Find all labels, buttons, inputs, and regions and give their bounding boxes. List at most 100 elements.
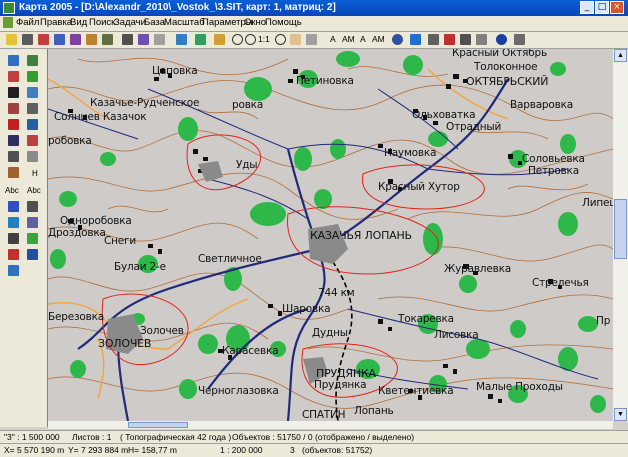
fill-icon[interactable] (27, 71, 38, 82)
map-label-odnorobovka: Одноробовка (60, 215, 132, 227)
copy-icon[interactable] (154, 34, 165, 45)
horizontal-scrollbar[interactable] (48, 421, 613, 429)
abc-tool-1[interactable]: Abc (5, 186, 19, 195)
arrow-tool-icon[interactable] (8, 265, 19, 276)
abc-tool-2[interactable]: Abc (27, 186, 41, 195)
map-label-chernoglazovka: Черноглазовка (198, 385, 279, 397)
split-icon[interactable] (8, 135, 19, 146)
save-icon[interactable] (22, 34, 33, 45)
menu-edit[interactable]: Правка (40, 17, 72, 28)
menu-window[interactable]: Окно (244, 17, 266, 28)
menu-tasks[interactable]: Задачи (114, 17, 146, 28)
zoom-window-icon[interactable] (275, 34, 286, 45)
menu-base[interactable]: База (144, 17, 165, 28)
delete-icon[interactable] (8, 119, 19, 130)
pan-icon[interactable] (290, 34, 301, 45)
status-scale: "3" : 1 500 000 (4, 432, 60, 442)
horizontal-scroll-thumb[interactable] (128, 422, 188, 428)
print-icon[interactable] (428, 34, 439, 45)
map-label-dudny: Дудны (312, 327, 348, 339)
text-tool-am[interactable]: AM (342, 34, 355, 44)
text-tool-a2[interactable]: A (360, 34, 366, 44)
zoom-in-icon[interactable] (232, 34, 243, 45)
rotate-icon[interactable] (102, 34, 113, 45)
doc-icon[interactable] (3, 17, 13, 28)
map-label-lisovka: Лисовка (434, 329, 479, 341)
join-icon[interactable] (27, 135, 38, 146)
map-label-kazache-rudchenskoe: Казачье-Рудченское (90, 97, 200, 109)
frame-select-icon[interactable] (27, 201, 38, 212)
edit-icon[interactable] (70, 34, 81, 45)
draw-area-icon[interactable] (27, 55, 38, 66)
map-label-rovka: ровка (232, 99, 264, 111)
draw-curve-icon[interactable] (8, 71, 19, 82)
select-icon[interactable] (54, 34, 65, 45)
scroll-down-button[interactable]: ▼ (614, 408, 627, 421)
monitor-icon[interactable] (410, 34, 421, 45)
ruler-icon[interactable] (27, 151, 38, 162)
map-label-krasny-khutor: Красный Хутор (378, 181, 460, 193)
menu-view[interactable]: Вид (70, 17, 87, 28)
vertical-scroll-thumb[interactable] (614, 199, 627, 259)
draw-line-icon[interactable] (8, 55, 19, 66)
measure-icon[interactable] (8, 151, 19, 162)
map-label-svetlichnoe: Светличное (198, 253, 262, 265)
status-bar-2: X= 5 570 190 m Y= 7 293 884 m H= 158,77 … (0, 443, 628, 457)
grid-icon[interactable] (460, 34, 471, 45)
map-label-zhuravlevka: Журавлевка (444, 263, 511, 275)
symbol-icon[interactable] (8, 201, 19, 212)
main-toolbar: 1:1 A AM A AM (0, 32, 628, 49)
blue-tool-icon[interactable] (27, 249, 38, 260)
scissors-icon[interactable] (27, 103, 38, 114)
grid-select-icon[interactable] (8, 233, 19, 244)
layers-icon[interactable] (176, 34, 187, 45)
zoom-out-icon[interactable] (245, 34, 256, 45)
open-icon[interactable] (6, 34, 17, 45)
move-icon[interactable] (86, 34, 97, 45)
settings-icon[interactable] (476, 34, 487, 45)
green-tool-icon[interactable] (27, 233, 38, 244)
refresh-icon[interactable] (306, 34, 317, 45)
scroll-up-button[interactable]: ▲ (614, 49, 627, 62)
copy-obj-icon[interactable] (8, 217, 19, 228)
vertical-scrollbar[interactable]: ▲ ▼ (613, 49, 628, 421)
map-canvas[interactable]: Цаповка Петиновка Красный Октябрь Толоко… (48, 49, 613, 421)
minimize-button[interactable]: _ (580, 1, 594, 14)
maximize-button[interactable]: □ (595, 1, 609, 14)
info-icon[interactable] (496, 34, 507, 45)
menu-scale[interactable]: Масштаб (164, 17, 205, 28)
box-icon[interactable] (27, 87, 38, 98)
status-layer: 3 (290, 445, 295, 455)
map-label-bereozovka: Березовка (48, 311, 104, 323)
vertex-icon[interactable] (8, 103, 19, 114)
flag-icon[interactable] (444, 34, 455, 45)
info-globe-icon[interactable] (392, 34, 403, 45)
compass-icon[interactable] (214, 34, 225, 45)
text-tool-am2[interactable]: AM (372, 34, 385, 44)
globe-icon[interactable] (195, 34, 206, 45)
menu-file[interactable]: Файл (16, 17, 39, 28)
map-label-zolochev-caps: ЗОЛОЧЕВ (98, 337, 152, 350)
menu-help[interactable]: Помощь (265, 17, 302, 28)
frame-icon[interactable] (122, 34, 133, 45)
node-icon[interactable] (27, 119, 38, 130)
group-icon[interactable] (27, 217, 38, 228)
question-icon[interactable] (514, 34, 525, 45)
red-tool-icon[interactable] (8, 249, 19, 260)
close-button[interactable]: × (610, 1, 624, 14)
map-label-bulai: Булаи 2-е (114, 261, 166, 273)
zoom-actual-button[interactable]: 1:1 (258, 34, 270, 44)
brush-icon[interactable] (8, 167, 19, 178)
map-label-drozdy: Дроздовка (48, 227, 106, 239)
cut-icon[interactable] (138, 34, 149, 45)
map-label-pr: Пр (596, 315, 611, 327)
text-tool-a[interactable]: A (330, 34, 336, 44)
map-label-zolochev: Золочев (140, 325, 184, 337)
pencil-icon[interactable] (38, 34, 49, 45)
height-tool[interactable]: H (32, 169, 38, 178)
app-icon (3, 2, 15, 14)
map-label-strelechya: Стрелечья (532, 277, 589, 289)
menu-search[interactable]: Поиск (89, 17, 115, 28)
point-icon[interactable] (8, 87, 19, 98)
map-label-tsapovka: Цаповка (152, 65, 198, 77)
